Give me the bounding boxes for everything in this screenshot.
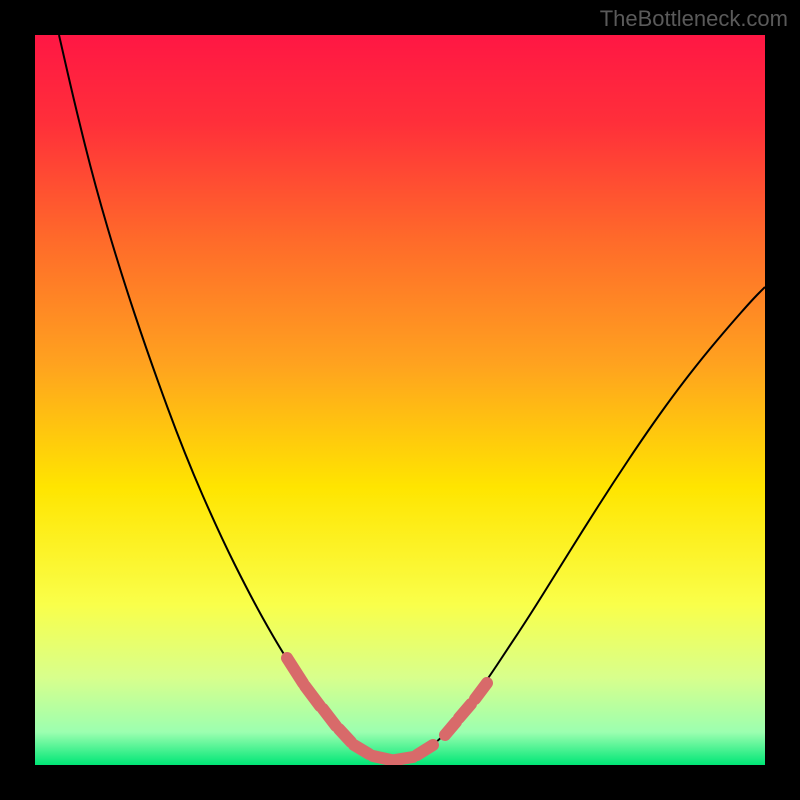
plot-area bbox=[35, 35, 765, 765]
chart-svg bbox=[35, 35, 765, 765]
watermark-text: TheBottleneck.com bbox=[600, 6, 788, 32]
gradient-background bbox=[35, 35, 765, 765]
chart-container: TheBottleneck.com bbox=[0, 0, 800, 800]
